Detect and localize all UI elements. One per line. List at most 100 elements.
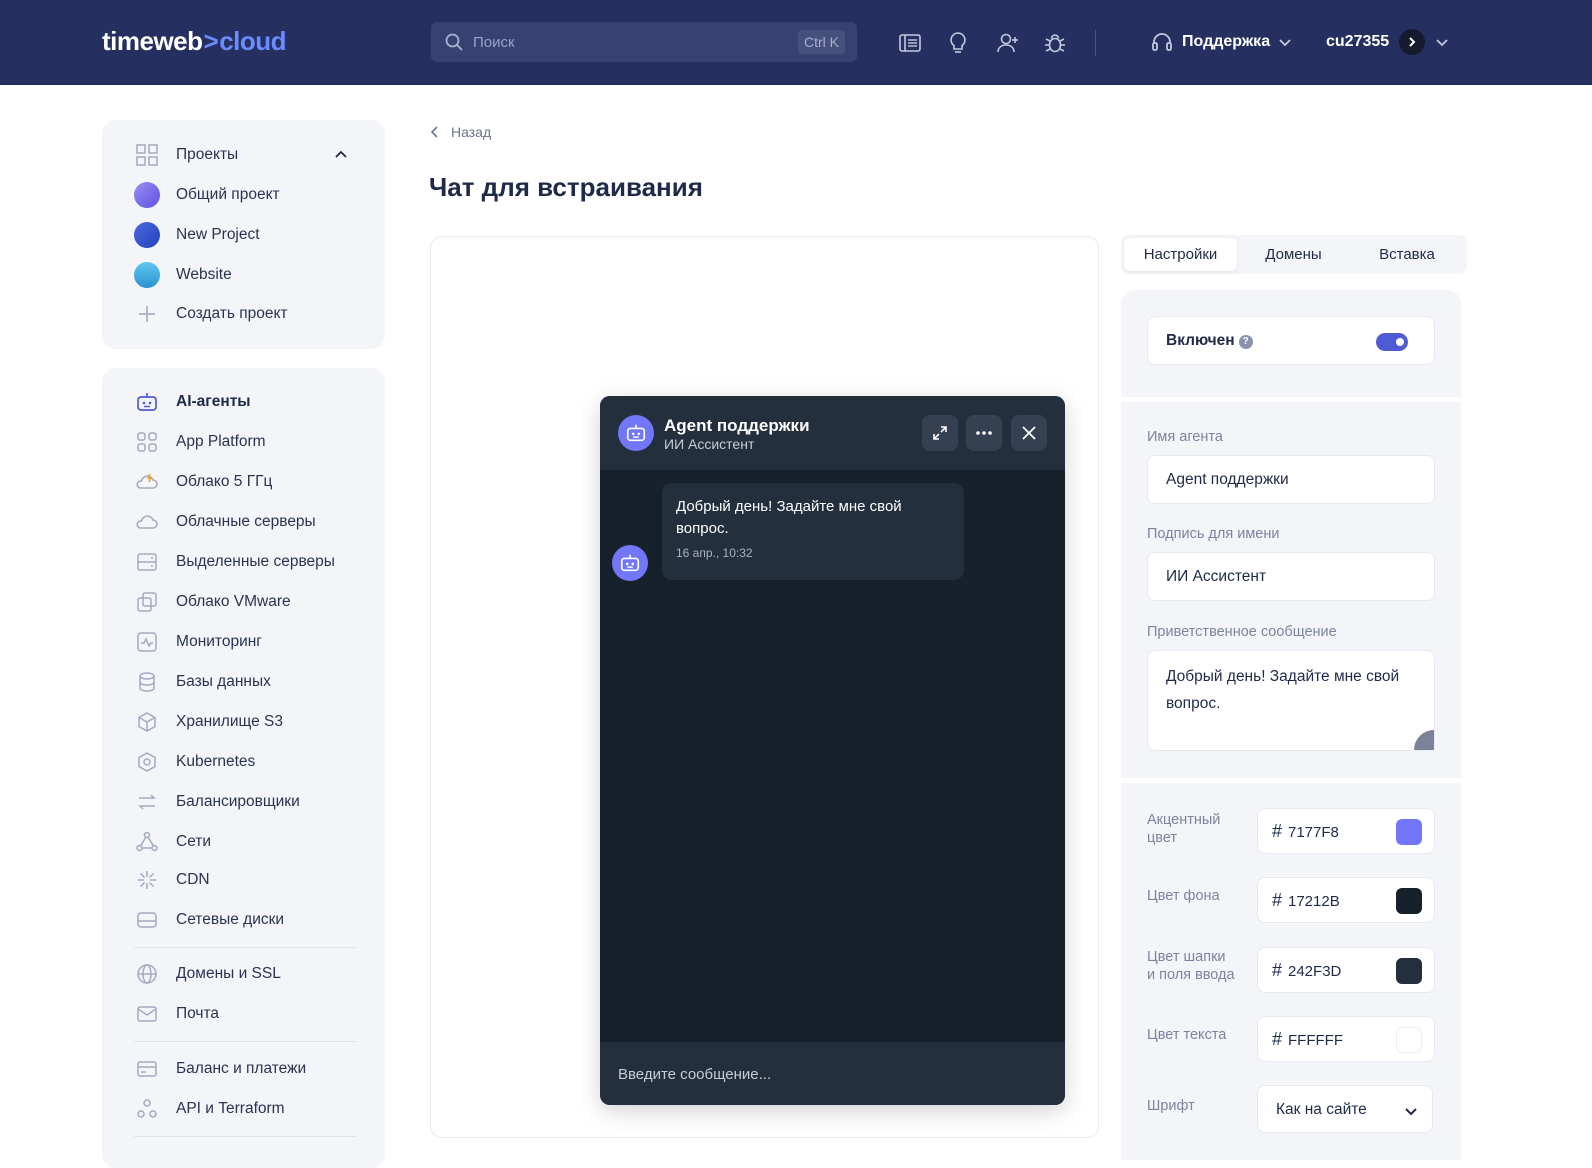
header-color-swatch[interactable]	[1396, 958, 1422, 984]
project-avatar	[134, 222, 160, 248]
sidebar-item-databases[interactable]: Базы данных	[134, 668, 271, 696]
header-color-input[interactable]: #242F3D	[1257, 947, 1435, 993]
grid-icon	[134, 429, 160, 455]
monitoring-icon	[134, 629, 160, 655]
back-link[interactable]: Назад	[431, 124, 491, 140]
close-chat-button[interactable]	[1011, 415, 1047, 451]
expand-button[interactable]	[922, 415, 958, 451]
account-arrow-button[interactable]	[1399, 29, 1426, 55]
chat-message-input[interactable]: Введите сообщение...	[600, 1042, 1065, 1105]
signature-label: Подпись для имени	[1147, 526, 1280, 542]
sidebar-item-cloud-servers[interactable]: Облачные серверы	[134, 508, 316, 536]
signature-input[interactable]: ИИ Ассистент	[1147, 552, 1435, 601]
tab-embed[interactable]: Вставка	[1350, 238, 1464, 271]
sidebar-item-balancers[interactable]: Балансировщики	[134, 788, 300, 816]
project-avatar	[134, 262, 160, 288]
hash-sign: #	[1272, 821, 1283, 841]
sidebar-item-label: CDN	[176, 871, 210, 888]
sidebar-item-mail[interactable]: Почта	[134, 1000, 219, 1028]
topbar-divider	[1095, 30, 1096, 56]
database-icon	[134, 669, 160, 695]
tab-settings[interactable]: Настройки	[1124, 238, 1237, 271]
services-card: AI-агенты App Platform Облако 5 ГГц Обла…	[102, 368, 385, 1168]
expand-icon	[933, 426, 947, 440]
cdn-icon	[134, 867, 160, 893]
sidebar-item-network-disks[interactable]: Сетевые диски	[134, 906, 284, 934]
sidebar-item-vmware[interactable]: Облако VMware	[134, 588, 291, 616]
sidebar-item-ai-agents[interactable]: AI-агенты	[134, 388, 251, 416]
docs-icon[interactable]	[897, 30, 923, 56]
network-icon	[134, 829, 160, 855]
sidebar-item-label: Сети	[176, 833, 212, 850]
sidebar-item-networks[interactable]: Сети	[134, 828, 211, 856]
top-bar: timeweb>cloud Поиск Ctrl K Поддержка cu2…	[0, 0, 1592, 85]
signature-value: ИИ Ассистент	[1166, 568, 1267, 585]
agent-name-value: Agent поддержки	[1166, 471, 1289, 488]
sidebar-item-label: Облачные серверы	[176, 513, 316, 530]
agent-name-input[interactable]: Agent поддержки	[1147, 455, 1435, 504]
chevron-down-icon	[1279, 39, 1291, 47]
background-color-swatch[interactable]	[1396, 888, 1422, 914]
more-options-button[interactable]	[966, 415, 1002, 451]
support-menu[interactable]: Поддержка	[1150, 30, 1292, 54]
resize-handle-icon[interactable]	[1414, 730, 1434, 750]
accent-color-hex: 7177F8	[1288, 824, 1339, 841]
sidebar-item-cloud-5ghz[interactable]: Облако 5 ГГц	[134, 468, 272, 496]
help-icon[interactable]: ?	[1238, 334, 1253, 349]
sidebar-item-label: Балансировщики	[176, 793, 300, 810]
sidebar-item-label: Базы данных	[176, 673, 271, 690]
sidebar-item-label: Хранилище S3	[176, 713, 283, 730]
tab-domains[interactable]: Домены	[1237, 238, 1350, 271]
sidebar-item-dedicated-servers[interactable]: Выделенные серверы	[134, 548, 335, 576]
sidebar-item-label: API и Terraform	[176, 1100, 285, 1117]
add-user-icon[interactable]	[995, 30, 1021, 56]
bug-icon[interactable]	[1042, 30, 1068, 56]
project-item-0[interactable]: Общий проект	[134, 181, 280, 209]
accent-color-input[interactable]: #7177F8	[1257, 808, 1435, 854]
sidebar-item-api[interactable]: API и Terraform	[134, 1095, 285, 1123]
lightbulb-icon[interactable]	[945, 30, 971, 56]
support-label: Поддержка	[1182, 33, 1271, 50]
sidebar-item-kubernetes[interactable]: Kubernetes	[134, 748, 255, 776]
create-project-button[interactable]: Создать проект	[134, 300, 288, 328]
project-item-2[interactable]: Website	[134, 261, 232, 289]
sidebar-item-cdn[interactable]: CDN	[134, 866, 210, 894]
bot-avatar	[618, 415, 654, 451]
back-label: Назад	[451, 124, 492, 140]
greeting-textarea[interactable]: Добрый день! Задайте мне свой вопрос.	[1147, 650, 1435, 751]
sidebar-item-s3[interactable]: Хранилище S3	[134, 708, 283, 736]
globe-icon	[134, 961, 160, 987]
sidebar-item-label: Баланс и платежи	[176, 1060, 307, 1077]
sidebar-item-app-platform[interactable]: App Platform	[134, 428, 266, 456]
greeting-label: Приветственное сообщение	[1147, 624, 1337, 640]
sidebar-item-monitoring[interactable]: Мониторинг	[134, 628, 262, 656]
chevron-up-icon[interactable]	[334, 148, 348, 162]
hash-sign: #	[1272, 960, 1283, 980]
sidebar-item-billing[interactable]: Баланс и платежи	[134, 1055, 306, 1083]
search-input[interactable]: Поиск Ctrl K	[431, 22, 857, 62]
background-color-input[interactable]: #17212B	[1257, 877, 1435, 923]
projects-header[interactable]: Проекты	[134, 141, 238, 169]
text-color-swatch[interactable]	[1396, 1027, 1422, 1053]
text-color-input[interactable]: # FFFFFF	[1257, 1016, 1435, 1062]
enabled-label-wrap: Включен?	[1166, 332, 1253, 350]
logo-text-left: timeweb	[102, 26, 203, 56]
font-select[interactable]: Как на сайте	[1257, 1085, 1433, 1133]
background-color-hex: 17212B	[1288, 893, 1340, 910]
project-item-1[interactable]: New Project	[134, 221, 260, 249]
project-label: Общий проект	[176, 186, 280, 203]
sidebar-item-label: App Platform	[176, 433, 266, 450]
vmware-icon	[134, 589, 160, 615]
message-bot-avatar	[612, 545, 648, 581]
sidebar-item-label: Мониторинг	[176, 633, 262, 650]
brand-logo[interactable]: timeweb>cloud	[102, 26, 287, 57]
enabled-toggle[interactable]	[1376, 333, 1408, 351]
accent-color-swatch[interactable]	[1396, 819, 1422, 845]
sidebar-item-domains[interactable]: Домены и SSL	[134, 960, 281, 988]
sidebar-item-label: Сетевые диски	[176, 911, 285, 928]
accent-color-label: Акцентный цвет	[1147, 812, 1221, 846]
text-color-hex: FFFFFF	[1288, 1032, 1343, 1049]
robot-icon	[134, 389, 160, 415]
user-menu[interactable]: cu27355	[1326, 29, 1449, 55]
create-project-label: Создать проект	[176, 305, 288, 322]
